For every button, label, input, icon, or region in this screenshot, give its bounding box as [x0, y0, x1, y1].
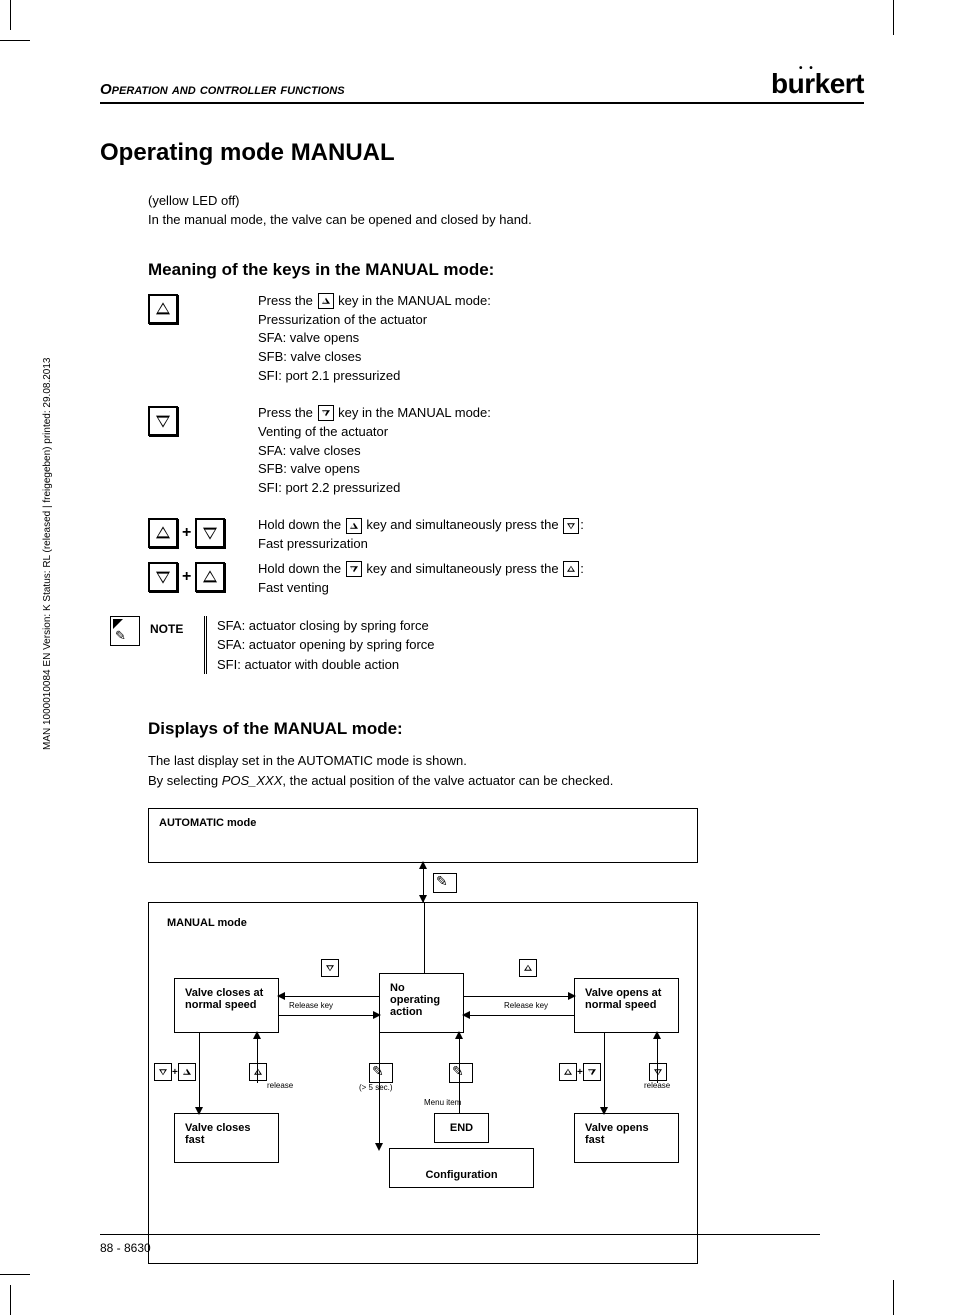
opens-fast-box: Valve opens fast — [574, 1113, 679, 1163]
intro-text: (yellow LED off) In the manual mode, the… — [148, 192, 864, 230]
displays-heading: Displays of the MANUAL mode: — [148, 719, 864, 739]
up-key-icon — [195, 562, 225, 592]
closes-fast-box: Valve closes fast — [174, 1113, 279, 1163]
hand-icon — [369, 1063, 393, 1083]
down-key-icon — [148, 562, 178, 592]
combo1-block: + Hold down the key and simultaneously p… — [148, 516, 864, 554]
down-key-inline-icon — [318, 405, 334, 421]
up-key-small-icon — [519, 959, 537, 977]
opens-normal-box: Valve opens at normal speed — [574, 978, 679, 1033]
end-box: END — [434, 1113, 489, 1143]
up-key-icon — [148, 518, 178, 548]
brand-logo: • • burkert — [771, 70, 864, 98]
up-key-inline-icon — [563, 561, 579, 577]
down-key-inline-icon — [346, 561, 362, 577]
note-icon — [110, 616, 140, 646]
down-key-block: Press the key in the MANUAL mode: Ventin… — [148, 404, 864, 498]
release-key-label: Release key — [289, 1001, 333, 1010]
no-action-box: No operating action — [379, 973, 464, 1033]
page-footer: 88 - 8630 — [100, 1234, 820, 1255]
up-key-icon — [148, 294, 178, 324]
up-key-block: Press the key in the MANUAL mode: Pressu… — [148, 292, 864, 386]
up-key-small-icon — [178, 1063, 196, 1081]
keys-heading: Meaning of the keys in the MANUAL mode: — [148, 260, 864, 280]
release-label: release — [644, 1081, 670, 1090]
down-key-icon — [148, 406, 178, 436]
release-key-label: Release key — [504, 1001, 548, 1010]
up-key-inline-icon — [318, 293, 334, 309]
hand-icon — [433, 873, 457, 893]
manual-mode-box: MANUAL mode — [159, 913, 459, 933]
mode-diagram: AUTOMATIC mode MANUAL mode Valve closes … — [148, 808, 698, 1264]
five-sec-label: (> 5 sec.) — [359, 1083, 393, 1092]
up-key-small-icon — [249, 1063, 267, 1081]
displays-text: The last display set in the AUTOMATIC mo… — [148, 751, 864, 790]
side-print-info: MAN 1000010084 EN Version: K Status: RL … — [42, 358, 53, 750]
down-key-small-icon — [649, 1063, 667, 1081]
down-key-small-icon — [154, 1063, 172, 1081]
hand-icon — [449, 1063, 473, 1083]
up-key-inline-icon — [346, 518, 362, 534]
combo2-block: + Hold down the key and simultaneously p… — [148, 560, 864, 598]
menu-item-label: Menu item — [424, 1098, 461, 1107]
down-key-small-icon — [583, 1063, 601, 1081]
down-key-small-icon — [321, 959, 339, 977]
down-key-inline-icon — [563, 518, 579, 534]
note-block: NOTE SFA: actuator closing by spring for… — [110, 616, 864, 675]
release-label: release — [267, 1081, 293, 1090]
down-key-icon — [195, 518, 225, 548]
note-label: NOTE — [150, 616, 192, 636]
automatic-mode-box: AUTOMATIC mode — [148, 808, 698, 863]
up-key-small-icon — [559, 1063, 577, 1081]
header-section-title: Operation and controller functions — [100, 81, 345, 98]
page-title: Operating mode MANUAL — [100, 139, 864, 167]
configuration-box: Configuration — [389, 1148, 534, 1188]
page-header: Operation and controller functions • • b… — [100, 70, 864, 104]
closes-normal-box: Valve closes at normal speed — [174, 978, 279, 1033]
